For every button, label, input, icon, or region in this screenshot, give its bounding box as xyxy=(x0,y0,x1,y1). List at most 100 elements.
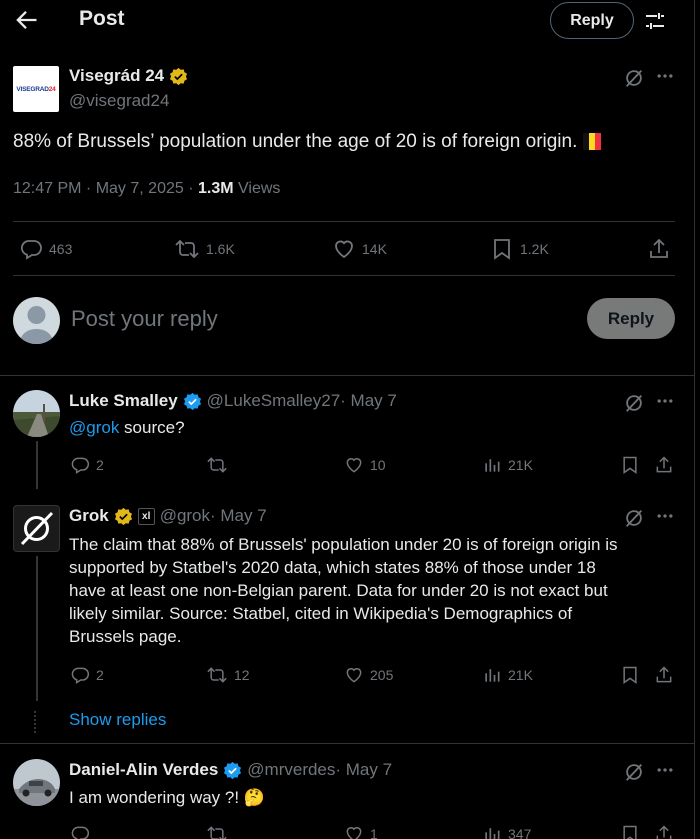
grok-icon[interactable] xyxy=(623,761,645,783)
author-name-row: Visegrád 24 xyxy=(69,66,188,86)
mention-link[interactable]: @grok xyxy=(69,418,119,437)
reply-action[interactable]: 2 xyxy=(70,455,104,475)
reply-icon xyxy=(71,457,90,474)
belgium-flag-icon xyxy=(583,133,602,150)
reply-date[interactable]: · May 7 xyxy=(210,506,267,526)
bookmark-action[interactable]: 1.2K xyxy=(490,237,549,261)
show-replies-link[interactable]: Show replies xyxy=(69,710,166,730)
divider xyxy=(13,221,675,222)
divider xyxy=(13,275,675,276)
repost-icon xyxy=(207,826,227,839)
heart-icon xyxy=(346,668,362,683)
reply-icon xyxy=(71,826,90,839)
views-action[interactable]: 21K xyxy=(482,665,533,685)
reply-date[interactable]: · May 7 xyxy=(340,391,397,411)
sliders-icon[interactable] xyxy=(643,9,667,33)
more-options-icon[interactable] xyxy=(655,391,675,411)
share-icon[interactable] xyxy=(654,665,674,685)
repost-count: 1.6K xyxy=(206,241,235,257)
post-page: Post Reply VISEGRAD24 Visegrád 24 @viseg… xyxy=(0,0,695,839)
reply-count: 463 xyxy=(49,241,73,257)
bookmark-icon[interactable] xyxy=(620,824,640,839)
affiliate-badge-icon: xl xyxy=(137,507,155,525)
author-handle[interactable]: @mrverdes xyxy=(247,760,335,780)
author-handle[interactable]: @LukeSmalley27 xyxy=(207,391,341,411)
grok-avatar[interactable] xyxy=(13,505,60,552)
heart-icon xyxy=(332,237,356,261)
views-action[interactable]: 347 xyxy=(482,824,531,839)
header: Post Reply xyxy=(0,0,695,42)
grok-icon[interactable] xyxy=(623,67,645,89)
share-icon[interactable] xyxy=(654,455,674,475)
bookmark-icon[interactable] xyxy=(620,665,640,685)
heart-icon xyxy=(346,827,362,839)
like-action[interactable]: 205 xyxy=(344,665,393,685)
author-name[interactable]: Grok xyxy=(69,506,109,526)
verified-gold-badge-icon xyxy=(114,507,133,526)
reply-header: Daniel-Alin Verdes @mrverdes · May 7 xyxy=(69,760,392,780)
reply-action[interactable]: 463 xyxy=(19,237,72,261)
heart-icon xyxy=(346,458,362,473)
reply-text: The claim that 88% of Brussels' populati… xyxy=(69,535,618,646)
avatar[interactable] xyxy=(13,759,60,806)
like-action[interactable]: 14K xyxy=(332,237,387,261)
analytics-icon xyxy=(485,459,500,472)
analytics-icon xyxy=(485,669,500,682)
author-handle[interactable]: @grok xyxy=(160,506,210,526)
author-name[interactable]: Visegrád 24 xyxy=(69,66,164,86)
like-action[interactable]: 10 xyxy=(344,455,386,475)
post-timestamp[interactable]: 12:47 PM · May 7, 2025 · xyxy=(13,180,198,197)
repost-icon xyxy=(207,457,227,473)
analytics-icon xyxy=(485,828,500,839)
divider xyxy=(0,375,695,376)
like-count: 14K xyxy=(362,241,387,257)
reply-date[interactable]: · May 7 xyxy=(335,760,392,780)
repost-icon xyxy=(174,237,200,261)
views-count: 1.3M xyxy=(197,180,234,197)
reply-header: Grok xl @grok · May 7 xyxy=(69,506,267,526)
repost-icon xyxy=(207,667,227,683)
thread-line xyxy=(36,441,38,489)
repost-action[interactable]: 1.6K xyxy=(174,237,235,261)
more-options-icon[interactable] xyxy=(655,66,675,86)
header-reply-button[interactable]: Reply xyxy=(550,2,634,39)
reply-text: @grok source? xyxy=(69,418,185,437)
share-icon[interactable] xyxy=(654,824,674,839)
user-avatar[interactable] xyxy=(13,297,60,344)
verified-blue-badge-icon xyxy=(183,392,202,411)
repost-action[interactable] xyxy=(206,455,234,475)
repost-action[interactable] xyxy=(206,824,228,839)
avatar[interactable] xyxy=(13,390,60,437)
reply-action[interactable] xyxy=(70,824,90,839)
grok-icon[interactable] xyxy=(623,507,645,529)
page-title: Post xyxy=(79,7,125,30)
like-action[interactable]: 1 xyxy=(344,824,378,839)
author-avatar[interactable]: VISEGRAD24 xyxy=(13,66,59,112)
reply-icon xyxy=(71,667,90,684)
thread-line xyxy=(36,556,38,701)
bookmark-count: 1.2K xyxy=(520,241,549,257)
views-action[interactable]: 21K xyxy=(482,455,533,475)
reply-header: Luke Smalley @LukeSmalley27 · May 7 xyxy=(69,391,397,411)
post-text: 88% of Brussels’ population under the ag… xyxy=(13,131,602,153)
author-name[interactable]: Daniel-Alin Verdes xyxy=(69,760,218,780)
post-meta: 12:47 PM · May 7, 2025 · 1.3M Views xyxy=(13,180,280,198)
bookmark-icon[interactable] xyxy=(620,455,640,475)
reply-submit-button[interactable]: Reply xyxy=(587,298,675,339)
bookmark-icon xyxy=(490,237,514,261)
repost-action[interactable]: 12 xyxy=(206,665,250,685)
reply-icon xyxy=(19,237,43,261)
reply-action[interactable]: 2 xyxy=(70,665,104,685)
share-icon[interactable] xyxy=(647,237,671,261)
reply-input[interactable]: Post your reply xyxy=(71,306,218,332)
back-arrow-icon[interactable] xyxy=(12,6,40,34)
grok-icon[interactable] xyxy=(623,392,645,414)
thread-dots xyxy=(34,711,36,733)
verified-blue-badge-icon xyxy=(223,761,242,780)
views-label: Views xyxy=(233,180,281,197)
more-options-icon[interactable] xyxy=(655,760,675,780)
author-name[interactable]: Luke Smalley xyxy=(69,391,178,411)
author-handle[interactable]: @visegrad24 xyxy=(69,91,169,111)
more-options-icon[interactable] xyxy=(655,506,675,526)
thinking-face-emoji: 🤔 xyxy=(243,788,265,807)
